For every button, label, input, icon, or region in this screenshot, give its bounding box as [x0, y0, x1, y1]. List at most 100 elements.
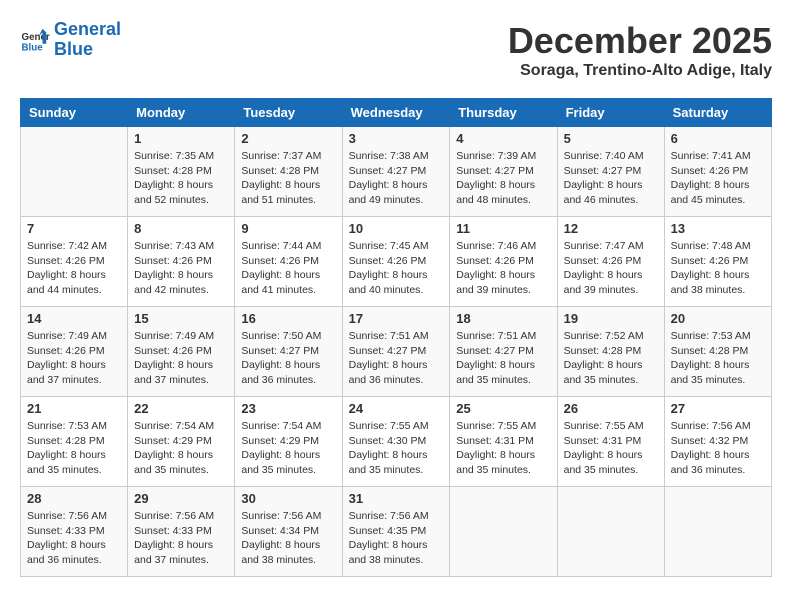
- day-number: 12: [564, 221, 658, 236]
- day-number: 27: [671, 401, 765, 416]
- day-info: Sunrise: 7:53 AM Sunset: 4:28 PM Dayligh…: [671, 329, 765, 388]
- calendar-day-cell: 15Sunrise: 7:49 AM Sunset: 4:26 PM Dayli…: [128, 307, 235, 397]
- day-info: Sunrise: 7:35 AM Sunset: 4:28 PM Dayligh…: [134, 149, 228, 208]
- day-number: 5: [564, 131, 658, 146]
- calendar-day-cell: 29 Sunrise: 7:56 AM Sunset: 4:33 PM Dayli…: [128, 487, 235, 577]
- day-info: Sunrise: 7:44 AM Sunset: 4:26 PM Dayligh…: [241, 239, 335, 298]
- calendar-day-cell: 20 Sunrise: 7:53 AM Sunset: 4:28 PM Dayli…: [664, 307, 771, 397]
- day-number: 8: [134, 221, 228, 236]
- day-info: Sunrise: 7:41 AM Sunset: 4:26 PM Dayligh…: [671, 149, 765, 208]
- day-number: 15: [134, 311, 228, 326]
- calendar-day-cell: 26 Sunrise: 7:55 AM Sunset: 4:31 PM Dayli…: [557, 397, 664, 487]
- day-info: Sunrise: 7:56 AM Sunset: 4:33 PM Dayligh…: [27, 509, 121, 568]
- day-info: Sunrise: 7:37 AM Sunset: 4:28 PM Dayligh…: [241, 149, 335, 208]
- day-number: 2: [241, 131, 335, 146]
- day-info: Sunrise: 7:42 AM Sunset: 4:26 PM Dayligh…: [27, 239, 121, 298]
- calendar-day-cell: 12Sunrise: 7:47 AM Sunset: 4:26 PM Dayli…: [557, 217, 664, 307]
- day-number: 4: [456, 131, 550, 146]
- calendar-day-cell: [21, 127, 128, 217]
- day-info: Sunrise: 7:43 AM Sunset: 4:26 PM Dayligh…: [134, 239, 228, 298]
- day-number: 13: [671, 221, 765, 236]
- month-title: December 2025: [508, 20, 772, 62]
- calendar-day-cell: 4 Sunrise: 7:39 AM Sunset: 4:27 PM Daylig…: [450, 127, 557, 217]
- calendar-day-cell: 21 Sunrise: 7:53 AM Sunset: 4:28 PM Dayli…: [21, 397, 128, 487]
- calendar-day-cell: 10 Sunrise: 7:45 AM Sunset: 4:26 PM Dayli…: [342, 217, 450, 307]
- calendar-day-cell: [450, 487, 557, 577]
- day-info: Sunrise: 7:52 AM Sunset: 4:28 PM Dayligh…: [564, 329, 658, 388]
- calendar-day-cell: [664, 487, 771, 577]
- day-info: Sunrise: 7:45 AM Sunset: 4:26 PM Dayligh…: [349, 239, 444, 298]
- day-of-week-header: Monday: [128, 99, 235, 127]
- day-number: 10: [349, 221, 444, 236]
- day-number: 3: [349, 131, 444, 146]
- day-info: Sunrise: 7:38 AM Sunset: 4:27 PM Dayligh…: [349, 149, 444, 208]
- day-info: Sunrise: 7:53 AM Sunset: 4:28 PM Dayligh…: [27, 419, 121, 478]
- calendar-day-cell: [557, 487, 664, 577]
- logo-text: GeneralBlue: [54, 20, 121, 60]
- calendar-week-row: 14 Sunrise: 7:49 AM Sunset: 4:26 PM Dayli…: [21, 307, 772, 397]
- day-number: 19: [564, 311, 658, 326]
- calendar-week-row: 28Sunrise: 7:56 AM Sunset: 4:33 PM Dayli…: [21, 487, 772, 577]
- day-info: Sunrise: 7:56 AM Sunset: 4:35 PM Dayligh…: [349, 509, 444, 568]
- day-info: Sunrise: 7:56 AM Sunset: 4:32 PM Dayligh…: [671, 419, 765, 478]
- day-number: 1: [134, 131, 228, 146]
- day-info: Sunrise: 7:56 AM Sunset: 4:33 PM Dayligh…: [134, 509, 228, 568]
- day-info: Sunrise: 7:56 AM Sunset: 4:34 PM Dayligh…: [241, 509, 335, 568]
- svg-text:Blue: Blue: [22, 42, 44, 53]
- calendar-day-cell: 17Sunrise: 7:51 AM Sunset: 4:27 PM Dayli…: [342, 307, 450, 397]
- calendar-day-cell: 25 Sunrise: 7:55 AM Sunset: 4:31 PM Dayli…: [450, 397, 557, 487]
- day-number: 17: [349, 311, 444, 326]
- day-of-week-header: Friday: [557, 99, 664, 127]
- calendar-header-row: SundayMondayTuesdayWednesdayThursdayFrid…: [21, 99, 772, 127]
- day-of-week-header: Wednesday: [342, 99, 450, 127]
- day-number: 23: [241, 401, 335, 416]
- calendar-day-cell: 24Sunrise: 7:55 AM Sunset: 4:30 PM Dayli…: [342, 397, 450, 487]
- day-number: 7: [27, 221, 121, 236]
- calendar-day-cell: 8 Sunrise: 7:43 AM Sunset: 4:26 PM Daylig…: [128, 217, 235, 307]
- calendar-day-cell: 5 Sunrise: 7:40 AM Sunset: 4:27 PM Daylig…: [557, 127, 664, 217]
- day-of-week-header: Saturday: [664, 99, 771, 127]
- calendar-day-cell: 23Sunrise: 7:54 AM Sunset: 4:29 PM Dayli…: [235, 397, 342, 487]
- day-number: 31: [349, 491, 444, 506]
- calendar-day-cell: 6 Sunrise: 7:41 AM Sunset: 4:26 PM Daylig…: [664, 127, 771, 217]
- day-number: 24: [349, 401, 444, 416]
- day-number: 29: [134, 491, 228, 506]
- day-info: Sunrise: 7:49 AM Sunset: 4:26 PM Dayligh…: [27, 329, 121, 388]
- day-info: Sunrise: 7:39 AM Sunset: 4:27 PM Dayligh…: [456, 149, 550, 208]
- day-number: 14: [27, 311, 121, 326]
- day-info: Sunrise: 7:50 AM Sunset: 4:27 PM Dayligh…: [241, 329, 335, 388]
- calendar-day-cell: 18Sunrise: 7:51 AM Sunset: 4:27 PM Dayli…: [450, 307, 557, 397]
- calendar-day-cell: 14 Sunrise: 7:49 AM Sunset: 4:26 PM Dayli…: [21, 307, 128, 397]
- calendar-day-cell: 11 Sunrise: 7:46 AM Sunset: 4:26 PM Dayli…: [450, 217, 557, 307]
- day-of-week-header: Thursday: [450, 99, 557, 127]
- day-number: 22: [134, 401, 228, 416]
- day-info: Sunrise: 7:46 AM Sunset: 4:26 PM Dayligh…: [456, 239, 550, 298]
- day-info: Sunrise: 7:55 AM Sunset: 4:31 PM Dayligh…: [564, 419, 658, 478]
- top-bar: General Blue GeneralBlue December 2025 S…: [20, 20, 772, 90]
- logo-icon: General Blue: [20, 25, 50, 55]
- calendar-day-cell: 3 Sunrise: 7:38 AM Sunset: 4:27 PM Daylig…: [342, 127, 450, 217]
- day-number: 26: [564, 401, 658, 416]
- calendar-day-cell: 30Sunrise: 7:56 AM Sunset: 4:34 PM Dayli…: [235, 487, 342, 577]
- day-info: Sunrise: 7:51 AM Sunset: 4:27 PM Dayligh…: [456, 329, 550, 388]
- day-of-week-header: Sunday: [21, 99, 128, 127]
- day-number: 16: [241, 311, 335, 326]
- day-number: 21: [27, 401, 121, 416]
- day-number: 25: [456, 401, 550, 416]
- day-info: Sunrise: 7:40 AM Sunset: 4:27 PM Dayligh…: [564, 149, 658, 208]
- day-info: Sunrise: 7:54 AM Sunset: 4:29 PM Dayligh…: [134, 419, 228, 478]
- day-number: 6: [671, 131, 765, 146]
- day-info: Sunrise: 7:48 AM Sunset: 4:26 PM Dayligh…: [671, 239, 765, 298]
- calendar-week-row: 1 Sunrise: 7:35 AM Sunset: 4:28 PM Daylig…: [21, 127, 772, 217]
- calendar-day-cell: 1 Sunrise: 7:35 AM Sunset: 4:28 PM Daylig…: [128, 127, 235, 217]
- calendar-day-cell: 27 Sunrise: 7:56 AM Sunset: 4:32 PM Dayli…: [664, 397, 771, 487]
- day-number: 9: [241, 221, 335, 236]
- day-info: Sunrise: 7:55 AM Sunset: 4:31 PM Dayligh…: [456, 419, 550, 478]
- calendar-body: 1 Sunrise: 7:35 AM Sunset: 4:28 PM Daylig…: [21, 127, 772, 577]
- calendar-day-cell: 22 Sunrise: 7:54 AM Sunset: 4:29 PM Dayli…: [128, 397, 235, 487]
- calendar-day-cell: 2 Sunrise: 7:37 AM Sunset: 4:28 PM Daylig…: [235, 127, 342, 217]
- day-number: 11: [456, 221, 550, 236]
- calendar-day-cell: 16 Sunrise: 7:50 AM Sunset: 4:27 PM Dayli…: [235, 307, 342, 397]
- day-number: 20: [671, 311, 765, 326]
- calendar-week-row: 21 Sunrise: 7:53 AM Sunset: 4:28 PM Dayli…: [21, 397, 772, 487]
